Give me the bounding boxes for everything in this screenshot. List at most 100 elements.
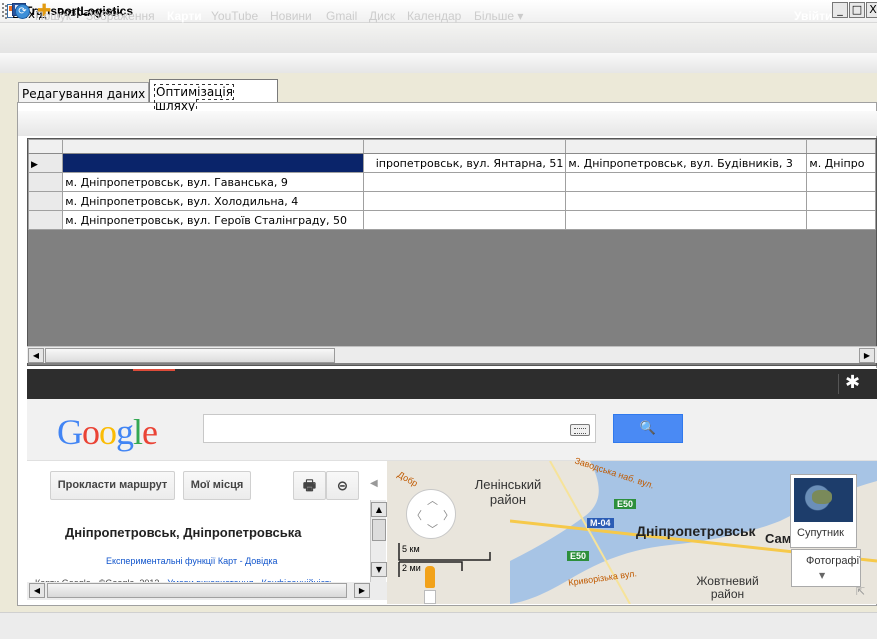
google-logo[interactable]: Google <box>57 412 158 452</box>
grid-horizontal-scrollbar[interactable]: ◀ ▶ <box>27 346 877 363</box>
my-places-button[interactable]: Мої місця <box>183 471 251 500</box>
table-row: м. Дніпропетровськ, вул. Героїв Сталінгр… <box>28 210 876 230</box>
row-header[interactable] <box>28 210 64 230</box>
map-label-district: Ленінський район <box>474 477 542 507</box>
tab-optimize-route[interactable]: Оптимізація шляху <box>149 79 278 114</box>
gbar-youtube[interactable]: YouTube <box>211 9 258 23</box>
grid-cell[interactable]: м. Дніпро <box>806 153 876 173</box>
scroll-right-icon[interactable]: ▶ <box>354 583 370 598</box>
grid-col-header[interactable] <box>806 139 876 154</box>
grid-cell[interactable]: іпропетровськ, вул. Янтарна, 51 <box>362 153 567 173</box>
scale-km-label: 5 км <box>402 544 420 554</box>
logo-letter: o <box>82 412 100 452</box>
gbar-more[interactable]: Більше ▾ <box>474 9 523 23</box>
scroll-right-icon[interactable]: ▶ <box>859 348 875 363</box>
status-bar <box>0 612 877 639</box>
place-title: Дніпропетровськ, Дніпропетровська <box>65 525 302 540</box>
grid-cell[interactable] <box>565 191 808 211</box>
minimize-button[interactable]: _ <box>832 2 848 18</box>
grid-cell[interactable] <box>362 210 567 230</box>
scroll-down-icon[interactable]: ▼ <box>371 562 387 577</box>
maximize-button[interactable]: □ <box>849 2 865 18</box>
scroll-thumb[interactable] <box>47 583 347 598</box>
photos-label: Фотографії <box>806 555 860 567</box>
tab-edit-data[interactable]: Редагування даних <box>18 82 149 102</box>
grid-cell[interactable] <box>565 172 808 192</box>
grid-cell[interactable] <box>806 172 876 192</box>
gbar-search[interactable]: Пошук <box>35 9 71 23</box>
panel-toolbar <box>18 111 877 136</box>
gbar-maps[interactable]: Карти <box>167 9 202 23</box>
gbar-images[interactable]: Зображення <box>86 9 155 23</box>
grid-cell[interactable] <box>362 191 567 211</box>
road-shield: M-04 <box>587 518 614 528</box>
experimental-features-link[interactable]: Експериментальні функції Карт - Довідка <box>106 556 277 566</box>
scroll-thumb[interactable] <box>372 519 386 541</box>
grid-cell[interactable]: м. Дніпропетровськ, вул. Холодильна, 4 <box>62 191 364 211</box>
side-horizontal-scrollbar[interactable]: ◀ ▶ <box>27 582 387 600</box>
toolbar <box>0 53 877 73</box>
scroll-up-icon[interactable]: ▲ <box>371 502 387 517</box>
pan-control[interactable]: ︿ ﹀ 〈 〉 <box>406 489 456 539</box>
chevron-down-icon[interactable]: ▼ <box>819 571 825 580</box>
current-row-arrow-icon: ▶ <box>31 159 38 170</box>
gear-icon[interactable]: ✱ <box>845 372 860 393</box>
side-vertical-scrollbar[interactable]: ▲ ▼ <box>370 500 387 582</box>
panel-toolbar-grip[interactable] <box>5 5 8 19</box>
row-header[interactable] <box>28 191 64 211</box>
scale-mi-label: 2 ми <box>402 563 421 573</box>
row-header[interactable] <box>28 172 64 192</box>
keyboard-icon[interactable] <box>570 424 590 436</box>
pan-down-icon[interactable]: ﹀ <box>427 521 438 537</box>
grid-cell[interactable] <box>362 172 567 192</box>
grid-col-header[interactable] <box>565 139 808 154</box>
sign-in-link[interactable]: Увійти <box>794 9 832 23</box>
close-button[interactable]: X <box>866 2 877 18</box>
grid-cell-selected[interactable] <box>62 153 364 173</box>
gbar-gmail[interactable]: Gmail <box>326 9 357 23</box>
gbar-news[interactable]: Новини <box>270 9 312 23</box>
print-icon[interactable]: 🖶 <box>293 471 326 500</box>
table-row: ▶ іпропетровськ, вул. Янтарна, 51 м. Дні… <box>28 153 876 173</box>
table-row: м. Дніпропетровськ, вул. Гаванська, 9 <box>28 172 876 192</box>
tab-edit-label: Редагування даних <box>22 87 146 101</box>
route-data-grid[interactable]: ▶ іпропетровськ, вул. Янтарна, 51 м. Дні… <box>27 138 877 366</box>
grid-cell[interactable]: м. Дніпропетровськ, вул. Гаванська, 9 <box>62 172 364 192</box>
pan-up-icon[interactable]: ︿ <box>427 492 438 508</box>
grid-cell[interactable]: м. Дніпропетровськ, вул. Героїв Сталінгр… <box>62 210 364 230</box>
zoom-control[interactable] <box>424 590 436 604</box>
scroll-left-icon[interactable]: ◀ <box>28 348 44 363</box>
road-shield: E50 <box>567 551 590 561</box>
maps-search-input[interactable] <box>203 414 596 443</box>
link-icon[interactable]: ⊝ <box>326 471 359 500</box>
scroll-left-icon[interactable]: ◀ <box>29 583 45 598</box>
grid-col-header[interactable] <box>62 139 364 154</box>
gbar-drive[interactable]: Диск <box>369 9 395 23</box>
pan-left-icon[interactable]: 〈 <box>411 507 422 523</box>
road-shield: E50 <box>614 499 637 509</box>
grid-col-header[interactable] <box>362 139 567 154</box>
map-label-district: Сам <box>765 531 792 546</box>
search-button[interactable]: 🔍 <box>613 414 683 443</box>
grid-cell[interactable] <box>806 191 876 211</box>
menu-bar <box>0 23 877 53</box>
grid-cell[interactable] <box>565 210 808 230</box>
collapse-panel-icon[interactable]: ◀ <box>370 478 378 489</box>
pegman-icon[interactable] <box>425 566 435 588</box>
grid-cell[interactable]: м. Дніпропетровськ, вул. Будівників, 3 <box>565 153 808 173</box>
directions-button[interactable]: Прокласти маршрут <box>50 471 175 500</box>
grid-table: ▶ іпропетровськ, вул. Янтарна, 51 м. Дні… <box>28 139 876 230</box>
logo-letter: l <box>133 412 143 452</box>
scroll-thumb[interactable] <box>45 348 335 363</box>
expand-map-icon[interactable]: ⇱ <box>856 585 865 598</box>
row-header-current[interactable]: ▶ <box>28 153 64 173</box>
refresh-icon[interactable]: ⟳ <box>15 4 30 19</box>
grid-corner-cell[interactable] <box>28 139 64 154</box>
grid-header-row <box>28 139 876 154</box>
logo-letter: G <box>57 412 83 452</box>
pan-right-icon[interactable]: 〉 <box>443 507 454 523</box>
grid-cell[interactable] <box>806 210 876 230</box>
google-bar <box>27 369 877 399</box>
table-row: м. Дніпропетровськ, вул. Холодильна, 4 <box>28 191 876 211</box>
gbar-calendar[interactable]: Календар <box>407 9 461 23</box>
